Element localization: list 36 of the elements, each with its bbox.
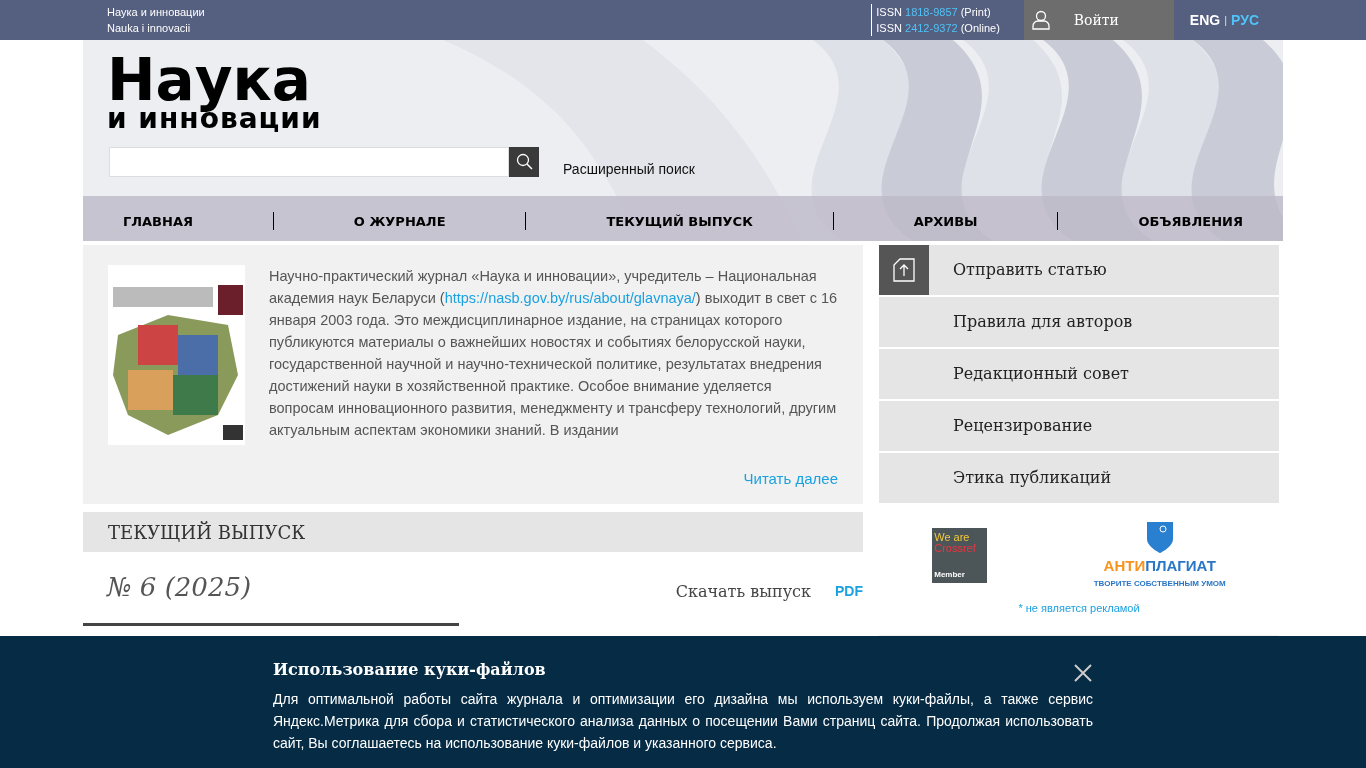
search-field[interactable] (109, 146, 509, 177)
search-icon (515, 153, 533, 171)
nav-link[interactable]: О ЖУРНАЛЕ (353, 211, 446, 232)
sidebar-item[interactable]: Рецензирование (879, 401, 1279, 451)
description-text: Научно-практический журнал «Наука и инновации», учредитель – Национальная академия наук Беларуси (https://nasb.gov.by/rus/about/glavnaya/) выходит в свет с 16 января 2003 года. Это междисциплинарное издание, на страницах которого публикуются материалы о важнейших новостях и событиях белорусской науки, государственной научной и научно-технической политике, результатах внедрения достижений науки в хозяйственной практике. Особое внимание уделяется вопросам инновационного развития, менеджменту и трансферу технологий, другим актуальным аспектам экономики знаний. В издании (269, 267, 838, 440)
nav-link[interactable]: ТЕКУЩИЙ ВЫПУСК (606, 211, 753, 232)
nav-link[interactable]: ГЛАВНАЯ (122, 211, 193, 232)
crossref-logo[interactable]: We are Crossref Member (932, 528, 988, 583)
close-icon (1073, 662, 1093, 683)
nav-link[interactable]: ОБЪЯВЛЕНИЯ (1138, 211, 1243, 232)
cookie-title: Использование куки-файлов (273, 659, 546, 681)
issn-line: ISSN 1818-9857 (Print) (876, 5, 992, 20)
section-heading: ТЕКУЩИЙ ВЫПУСК (83, 512, 863, 552)
antiplagiat-logo-name[interactable]: АНТИПЛАГИАТ (1103, 554, 1216, 578)
download-link[interactable]: Скачать выпуск (675, 579, 811, 604)
antiplagiat-slogan: ТВОРИТЕ СОБСТВЕННЫМ УМОМ (1093, 578, 1226, 590)
sidebar-item[interactable]: Отправить статью (879, 245, 1279, 295)
sidebar-item[interactable]: Редакционный совет (879, 349, 1279, 399)
sidebar-item[interactable]: Этика публикаций (879, 453, 1279, 503)
sidebar-item[interactable]: Правила для авторов (879, 297, 1279, 347)
language-link[interactable]: ENG (1189, 9, 1221, 31)
site-name: Наука и инновации (107, 4, 205, 20)
shield-icon (1145, 521, 1174, 554)
nav-link[interactable]: АРХИВЫ (913, 211, 978, 232)
issn-line: ISSN 2412-9372 (Online) (876, 21, 1000, 36)
language-separator: | (1224, 12, 1227, 28)
site-name: Nauka i innovacii (107, 21, 192, 36)
issue-title: № 6 (2025) (107, 571, 252, 604)
login-button[interactable]: Войти (1023, 0, 1174, 40)
user-icon (1031, 10, 1050, 30)
logo[interactable]: Наука и инновации (107, 56, 322, 134)
ad-disclaimer: * не является рекламой (1017, 601, 1141, 616)
upload-icon (892, 256, 916, 284)
cookie-text: Для оптимальной работы сайта журнала и оптимизации его дизайна мы используем куки-файлы, а также сервис Яндекс.Метрика для сбора и статистического анализа данных о посещении Вами страниц сайта. Продолжая использовать сайт, Вы соглашаетесь на использование куки-файлов и указанного сервиса. (273, 690, 1093, 753)
advanced-search-link[interactable]: Расширенный поиск (563, 159, 695, 181)
search-button[interactable] (509, 146, 539, 177)
